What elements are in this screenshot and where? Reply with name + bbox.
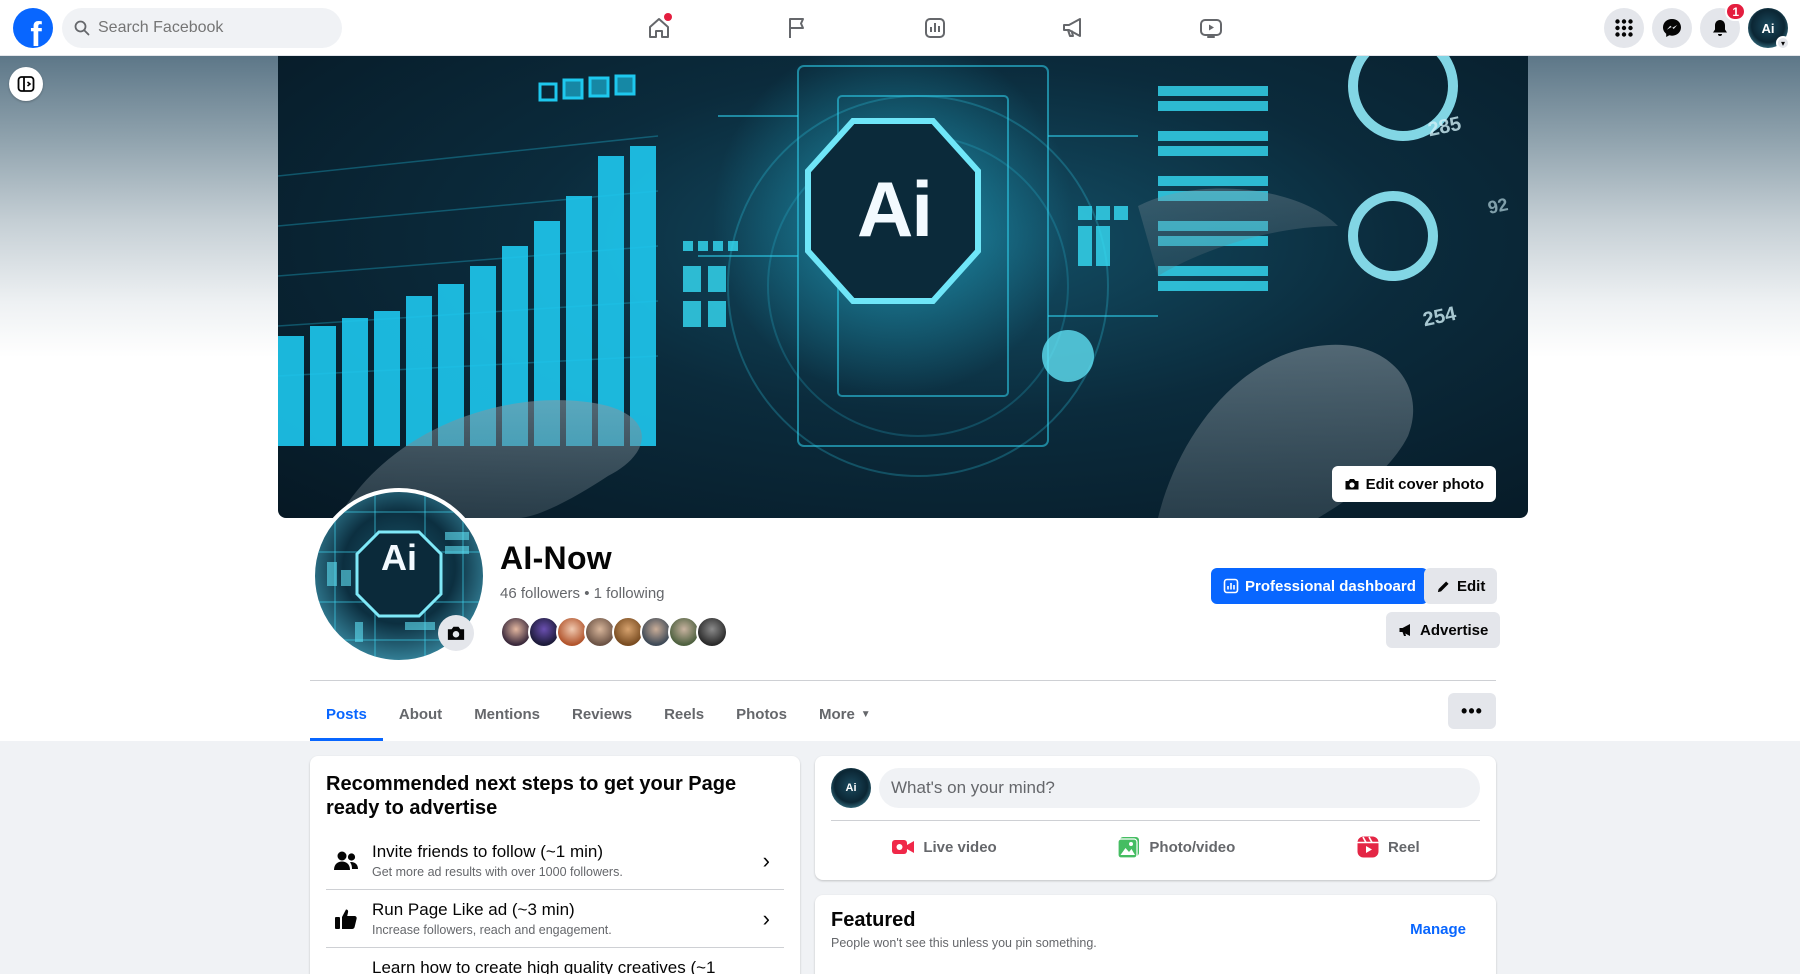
sidebar-toggle-button[interactable]	[9, 67, 43, 101]
dashboard-icon	[1223, 578, 1239, 594]
main-nav-tabs	[590, 0, 1280, 56]
reel-icon	[1357, 836, 1379, 858]
camera-icon	[1345, 479, 1359, 490]
chevron-down-icon: ▾	[1776, 36, 1790, 50]
megaphone-icon	[1399, 624, 1410, 636]
ellipsis-icon: •••	[1461, 700, 1483, 721]
camera-icon	[447, 626, 465, 640]
account-controls: 1 Ai ▾	[1604, 2, 1790, 50]
whats-on-your-mind-input[interactable]: What's on your mind?	[879, 768, 1480, 808]
photo-icon	[1117, 837, 1140, 859]
recommended-step-item[interactable]: Learn how to create high quality creativ…	[326, 948, 784, 974]
followers-count[interactable]: 46 followers • 1 following	[500, 585, 665, 602]
recommended-steps-card: Recommended next steps to get your Page …	[310, 756, 800, 974]
tabs-divider	[310, 680, 1496, 681]
step-subtitle: Get more ad results with over 1000 follo…	[372, 865, 623, 879]
search-box[interactable]	[62, 8, 342, 48]
manage-featured-link[interactable]: Manage	[1410, 921, 1466, 938]
cover-illustration	[278, 56, 1458, 518]
panel-toggle-icon	[17, 76, 35, 92]
home-new-indicator	[664, 13, 672, 21]
featured-card: Featured People won't see this unless yo…	[815, 895, 1496, 974]
insights-tab[interactable]	[866, 0, 1004, 56]
featured-subtitle: People won't see this unless you pin som…	[831, 936, 1097, 950]
people-icon	[334, 851, 358, 870]
step-subtitle: Increase followers, reach and engagement…	[372, 923, 612, 937]
insights-icon	[925, 18, 945, 38]
pages-tab[interactable]	[728, 0, 866, 56]
tab-reviews[interactable]: Reviews	[556, 688, 648, 740]
caret-down-icon: ▼	[860, 708, 871, 720]
tab-posts[interactable]: Posts	[310, 688, 383, 741]
tab-reels[interactable]: Reels	[648, 688, 720, 740]
live-video-button[interactable]: Live video	[879, 829, 1008, 865]
cover-center-logo: Ai	[857, 165, 933, 253]
megaphone-icon	[1063, 18, 1081, 37]
step-title: Learn how to create high quality creativ…	[372, 958, 716, 974]
search-input[interactable]	[98, 19, 318, 37]
composer-divider	[831, 820, 1480, 821]
video-icon	[1200, 19, 1222, 38]
video-tab[interactable]	[1142, 0, 1280, 56]
notifications-button[interactable]: 1	[1700, 2, 1746, 48]
reel-button[interactable]: Reel	[1344, 829, 1432, 865]
cover-photo: Ai 285 254 92 Edit cover photo	[278, 56, 1528, 518]
composer-avatar[interactable]: Ai	[831, 768, 871, 808]
grid-menu-icon	[1615, 19, 1633, 37]
follower-avatars[interactable]	[500, 616, 728, 648]
recommended-step-item[interactable]: Invite friends to follow (~1 min) Get mo…	[326, 832, 784, 890]
chevron-right-icon: ›	[762, 847, 770, 873]
profile-picture-logo: Ai	[381, 537, 417, 578]
advertise-button[interactable]: Advertise	[1386, 612, 1501, 648]
thumbs-up-icon	[335, 909, 357, 929]
ads-tab[interactable]	[1004, 0, 1142, 56]
post-composer-card: Ai What's on your mind? Live video Photo…	[815, 756, 1496, 880]
search-icon	[74, 20, 90, 36]
tab-about[interactable]: About	[383, 688, 458, 740]
home-tab[interactable]	[590, 0, 728, 56]
more-options-button[interactable]: •••	[1448, 693, 1496, 729]
pencil-icon	[1437, 580, 1449, 592]
facebook-logo[interactable]: f	[13, 8, 53, 48]
notification-badge: 1	[1725, 2, 1746, 21]
bell-icon	[1713, 20, 1727, 36]
professional-dashboard-button[interactable]: Professional dashboard	[1211, 568, 1428, 604]
messenger-button[interactable]	[1652, 8, 1692, 48]
chevron-right-icon: ›	[762, 905, 770, 931]
top-navigation-bar: f Search Facebook 1 Ai ▾	[0, 0, 1800, 56]
cover-number-side: 92	[1486, 194, 1510, 218]
live-video-icon	[892, 840, 915, 854]
account-avatar[interactable]: Ai ▾	[1748, 8, 1790, 50]
step-title: Invite friends to follow (~1 min)	[372, 842, 604, 861]
recommended-steps-title: Recommended next steps to get your Page …	[326, 773, 737, 819]
tab-mentions[interactable]: Mentions	[458, 688, 556, 740]
edit-button[interactable]: Edit	[1424, 568, 1498, 604]
update-profile-picture-button[interactable]	[438, 615, 474, 651]
featured-title: Featured	[831, 909, 916, 931]
follower-avatar[interactable]	[696, 616, 728, 648]
flag-icon	[789, 18, 804, 38]
tab-photos[interactable]: Photos	[720, 688, 803, 740]
recommended-step-item[interactable]: Run Page Like ad (~3 min) Increase follo…	[326, 890, 784, 948]
tab-more[interactable]: More ▼	[803, 688, 887, 740]
messenger-icon	[1663, 19, 1681, 37]
photo-video-button[interactable]: Photo/video	[1105, 829, 1247, 865]
profile-tabs: Posts About Mentions Reviews Reels Photo…	[310, 688, 887, 741]
step-title: Run Page Like ad (~3 min)	[372, 900, 575, 919]
edit-cover-photo-button[interactable]: Edit cover photo	[1331, 466, 1496, 502]
menu-button[interactable]	[1604, 8, 1644, 48]
page-title: AI-Now	[500, 540, 613, 576]
